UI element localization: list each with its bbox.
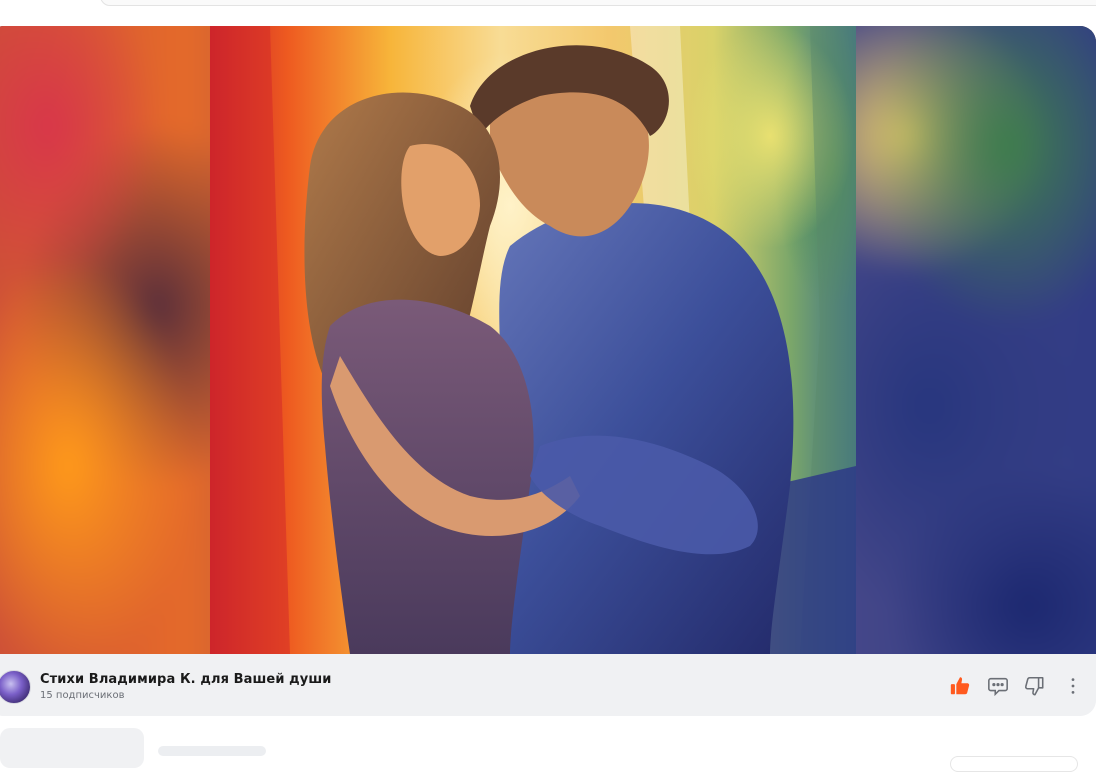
- channel-name[interactable]: Стихи Владимира К. для Вашей души: [40, 672, 331, 687]
- comment-icon: [988, 677, 1008, 697]
- comment-button[interactable]: [986, 674, 1010, 698]
- post-footer: Стихи Владимира К. для Вашей души 15 под…: [0, 654, 1096, 716]
- post-card: Стихи Владимира К. для Вашей души 15 под…: [0, 26, 1096, 716]
- thumbs-up-icon: [950, 677, 970, 695]
- post-image[interactable]: [210, 26, 856, 654]
- loading-placeholder-block: [0, 728, 144, 768]
- more-options-button[interactable]: [1061, 674, 1085, 698]
- like-button[interactable]: [948, 674, 972, 698]
- channel-subscribers: 15 подписчиков: [40, 690, 125, 701]
- thumbs-down-icon: [1024, 676, 1044, 696]
- post-media[interactable]: [0, 26, 1096, 654]
- channel-avatar[interactable]: [0, 670, 31, 704]
- more-vertical-icon: [1071, 678, 1075, 694]
- dislike-button[interactable]: [1022, 674, 1046, 698]
- loading-placeholder-line: [158, 746, 266, 756]
- couple-illustration: [210, 26, 856, 654]
- search-bar-edge: [100, 0, 1096, 6]
- loading-placeholder-pill: [950, 756, 1078, 772]
